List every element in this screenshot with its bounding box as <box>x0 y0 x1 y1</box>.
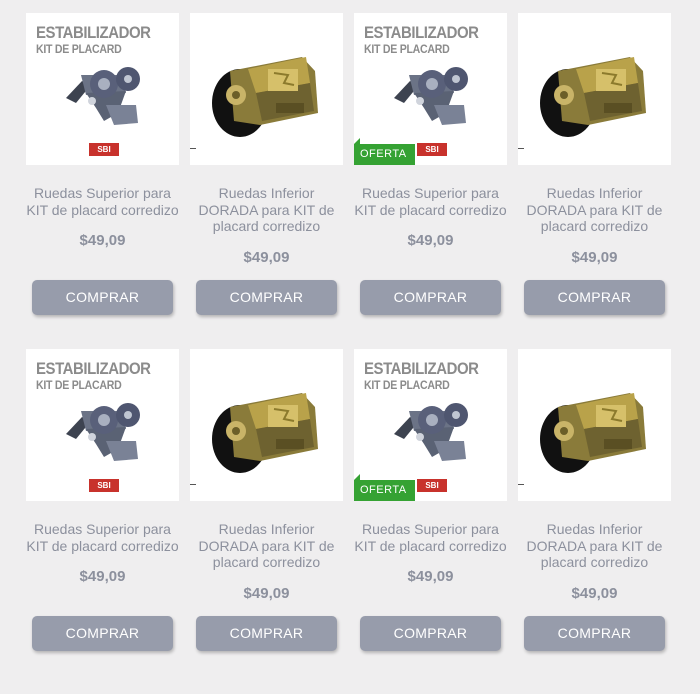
offer-badge: OFERTA <box>354 474 415 501</box>
product-title[interactable]: Ruedas Superior para KIT de placard corr… <box>354 521 507 554</box>
image-title: ESTABILIZADOR <box>364 23 479 42</box>
image-mark <box>518 148 524 149</box>
product-price: $49,09 <box>243 249 290 266</box>
buy-button[interactable]: COMPRAR <box>524 616 665 651</box>
product-price: $49,09 <box>243 585 290 602</box>
product-title[interactable]: Ruedas Inferior DORADA para KIT de placa… <box>190 521 343 571</box>
product-title[interactable]: Ruedas Superior para KIT de placard corr… <box>26 521 179 554</box>
offer-badge: OFERTA <box>354 138 415 165</box>
product-image[interactable] <box>190 349 343 501</box>
image-title: ESTABILIZADOR <box>36 359 151 378</box>
buy-button[interactable]: COMPRAR <box>32 616 173 651</box>
wheel-image <box>212 57 318 137</box>
product-title[interactable]: Ruedas Superior para KIT de placard corr… <box>26 185 179 218</box>
product-price: $49,09 <box>571 249 618 266</box>
image-subtitle: KIT DE PLACARD <box>36 378 122 392</box>
product-image[interactable]: ESTABILIZADOR KIT DE PLACARD SBI <box>26 13 179 165</box>
product-image[interactable]: ESTABILIZADOR KIT DE PLACARD SBI OFERTA <box>354 13 507 165</box>
image-subtitle: KIT DE PLACARD <box>364 42 450 56</box>
product-image[interactable] <box>518 13 671 165</box>
brand-logo: SBI <box>89 143 119 156</box>
buy-button[interactable]: COMPRAR <box>360 280 501 315</box>
buy-button[interactable]: COMPRAR <box>196 616 337 651</box>
buy-button[interactable]: COMPRAR <box>196 280 337 315</box>
wheel-image <box>212 393 318 473</box>
image-subtitle: KIT DE PLACARD <box>364 378 450 392</box>
product-price: $49,09 <box>407 568 454 585</box>
product-price: $49,09 <box>79 232 126 249</box>
brand-logo: SBI <box>417 479 447 492</box>
buy-button[interactable]: COMPRAR <box>524 280 665 315</box>
wheel-image <box>540 57 646 137</box>
product-image[interactable]: ESTABILIZADOR KIT DE PLACARD SBI OFERTA <box>354 349 507 501</box>
image-title: ESTABILIZADOR <box>36 23 151 42</box>
product-image[interactable] <box>190 13 343 165</box>
product-title[interactable]: Ruedas Inferior DORADA para KIT de placa… <box>190 185 343 235</box>
image-mark <box>190 484 196 485</box>
image-subtitle: KIT DE PLACARD <box>36 42 122 56</box>
product-title[interactable]: Ruedas Inferior DORADA para KIT de placa… <box>518 521 671 571</box>
product-title[interactable]: Ruedas Superior para KIT de placard corr… <box>354 185 507 218</box>
brand-logo: SBI <box>417 143 447 156</box>
product-title[interactable]: Ruedas Inferior DORADA para KIT de placa… <box>518 185 671 235</box>
product-price: $49,09 <box>407 232 454 249</box>
image-mark <box>190 148 196 149</box>
brand-logo: SBI <box>89 479 119 492</box>
product-price: $49,09 <box>571 585 618 602</box>
product-grid: ESTABILIZADOR KIT DE PLACARD SBI Ruedas Sup… <box>0 0 700 694</box>
image-mark <box>518 484 524 485</box>
product-image[interactable]: ESTABILIZADOR KIT DE PLACARD SBI <box>26 349 179 501</box>
product-image[interactable] <box>518 349 671 501</box>
buy-button[interactable]: COMPRAR <box>32 280 173 315</box>
image-title: ESTABILIZADOR <box>364 359 479 378</box>
wheel-image <box>540 393 646 473</box>
buy-button[interactable]: COMPRAR <box>360 616 501 651</box>
product-price: $49,09 <box>79 568 126 585</box>
